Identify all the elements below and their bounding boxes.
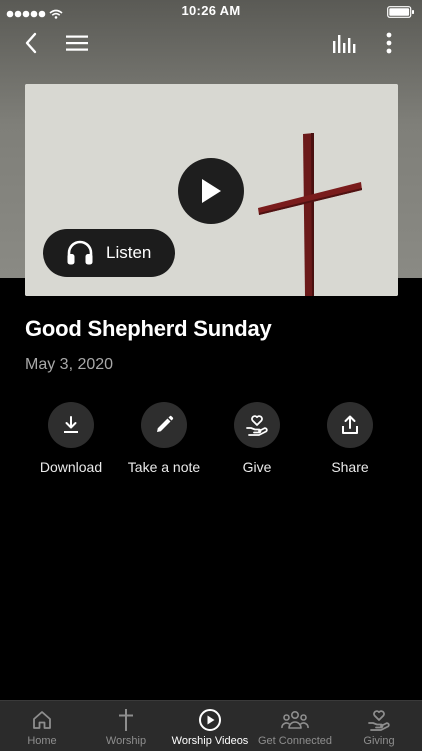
hamburger-icon — [66, 35, 88, 51]
tab-giving-label: Giving — [363, 735, 395, 747]
status-time: 10:26 AM — [181, 3, 241, 18]
share-button[interactable]: Share — [300, 402, 400, 475]
cross-icon — [115, 705, 137, 735]
give-circle — [234, 402, 280, 448]
give-label: Give — [242, 459, 272, 475]
play-circle-icon — [198, 705, 222, 735]
tab-get-connected-label: Get Connected — [258, 735, 332, 747]
take-note-button[interactable]: Take a note — [114, 402, 214, 475]
tab-bar: Home Worship Worship Videos Get Connecte… — [0, 700, 422, 751]
sermon-date: May 3, 2020 — [25, 356, 114, 373]
download-button[interactable]: Download — [21, 402, 121, 475]
tab-worship[interactable]: Worship — [84, 701, 168, 751]
menu-button[interactable] — [62, 28, 92, 58]
take-note-label: Take a note — [127, 459, 201, 475]
share-label: Share — [331, 459, 369, 475]
download-label: Download — [39, 459, 103, 475]
chevron-left-icon — [25, 32, 37, 54]
play-icon — [202, 179, 221, 203]
more-vertical-icon — [386, 32, 392, 54]
tab-home[interactable]: Home — [0, 701, 84, 751]
status-bar: 10:26 AM — [0, 0, 422, 22]
pencil-icon — [157, 415, 174, 432]
tab-worship-videos[interactable]: Worship Videos — [168, 701, 252, 751]
battery-icon — [387, 5, 415, 23]
listen-label: Listen — [106, 243, 152, 262]
home-icon — [31, 705, 53, 735]
listen-button[interactable]: Listen — [43, 229, 175, 277]
take-note-circle — [141, 402, 187, 448]
share-icon — [342, 415, 358, 434]
back-button[interactable] — [16, 28, 46, 58]
chart-button[interactable] — [329, 28, 361, 58]
play-button[interactable] — [178, 158, 244, 224]
nav-bar — [0, 22, 422, 66]
tab-worship-videos-label: Worship Videos — [171, 735, 249, 747]
sermon-title: Good Shepherd Sunday — [25, 316, 272, 341]
more-options-button[interactable] — [376, 28, 402, 58]
give-button[interactable]: Give — [207, 402, 307, 475]
tab-giving[interactable]: Giving — [337, 701, 421, 751]
tab-get-connected[interactable]: Get Connected — [253, 701, 337, 751]
action-row: Download Take a note Give Share — [0, 402, 422, 482]
headphones-icon — [67, 240, 93, 265]
tab-home-label: Home — [27, 735, 57, 747]
download-icon — [64, 416, 78, 433]
give-heart-hand-icon — [367, 705, 391, 735]
bar-chart-icon — [333, 35, 356, 53]
tab-worship-label: Worship — [105, 735, 147, 747]
video-thumbnail[interactable]: Listen — [25, 84, 398, 296]
share-circle — [327, 402, 373, 448]
download-circle — [48, 402, 94, 448]
people-icon — [281, 705, 309, 735]
give-heart-hand-icon — [246, 415, 268, 436]
